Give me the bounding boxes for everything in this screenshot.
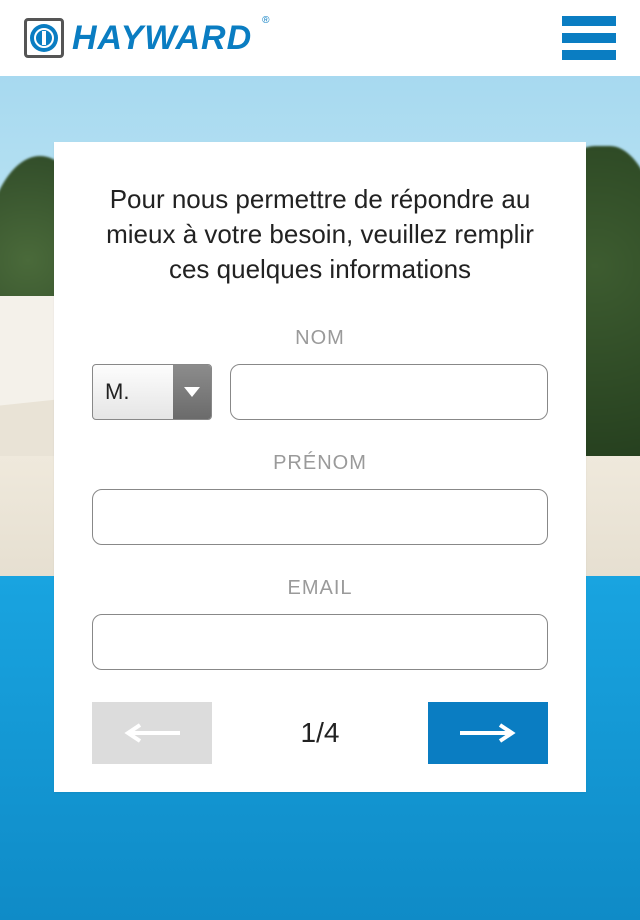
label-nom: NOM (92, 327, 548, 350)
brand-name: HAYWARD (72, 19, 252, 58)
brand-registered: ® (262, 15, 269, 26)
label-email: EMAIL (92, 577, 548, 600)
label-prenom: PRÉNOM (92, 452, 548, 475)
nom-input[interactable] (230, 364, 548, 420)
brand-logo-mark (24, 18, 64, 58)
form-intro: Pour nous permettre de répondre au mieux… (92, 182, 548, 287)
field-group-email: EMAIL (92, 577, 548, 670)
title-select[interactable]: M. (92, 364, 212, 420)
header: HAYWARD ® (0, 0, 640, 76)
background-image: Pour nous permettre de répondre au mieux… (0, 76, 640, 920)
field-group-nom: NOM M. (92, 327, 548, 420)
pager: 1/4 (301, 717, 340, 749)
form-nav: 1/4 (92, 702, 548, 764)
prev-button[interactable] (92, 702, 212, 764)
arrow-left-icon (120, 723, 184, 743)
form-card: Pour nous permettre de répondre au mieux… (54, 142, 586, 792)
next-button[interactable] (428, 702, 548, 764)
title-select-value: M. (93, 365, 173, 419)
email-input[interactable] (92, 614, 548, 670)
chevron-down-icon (173, 365, 211, 419)
prenom-input[interactable] (92, 489, 548, 545)
menu-icon[interactable] (562, 16, 616, 60)
field-group-prenom: PRÉNOM (92, 452, 548, 545)
brand-logo[interactable]: HAYWARD ® (24, 18, 268, 58)
arrow-right-icon (456, 723, 520, 743)
